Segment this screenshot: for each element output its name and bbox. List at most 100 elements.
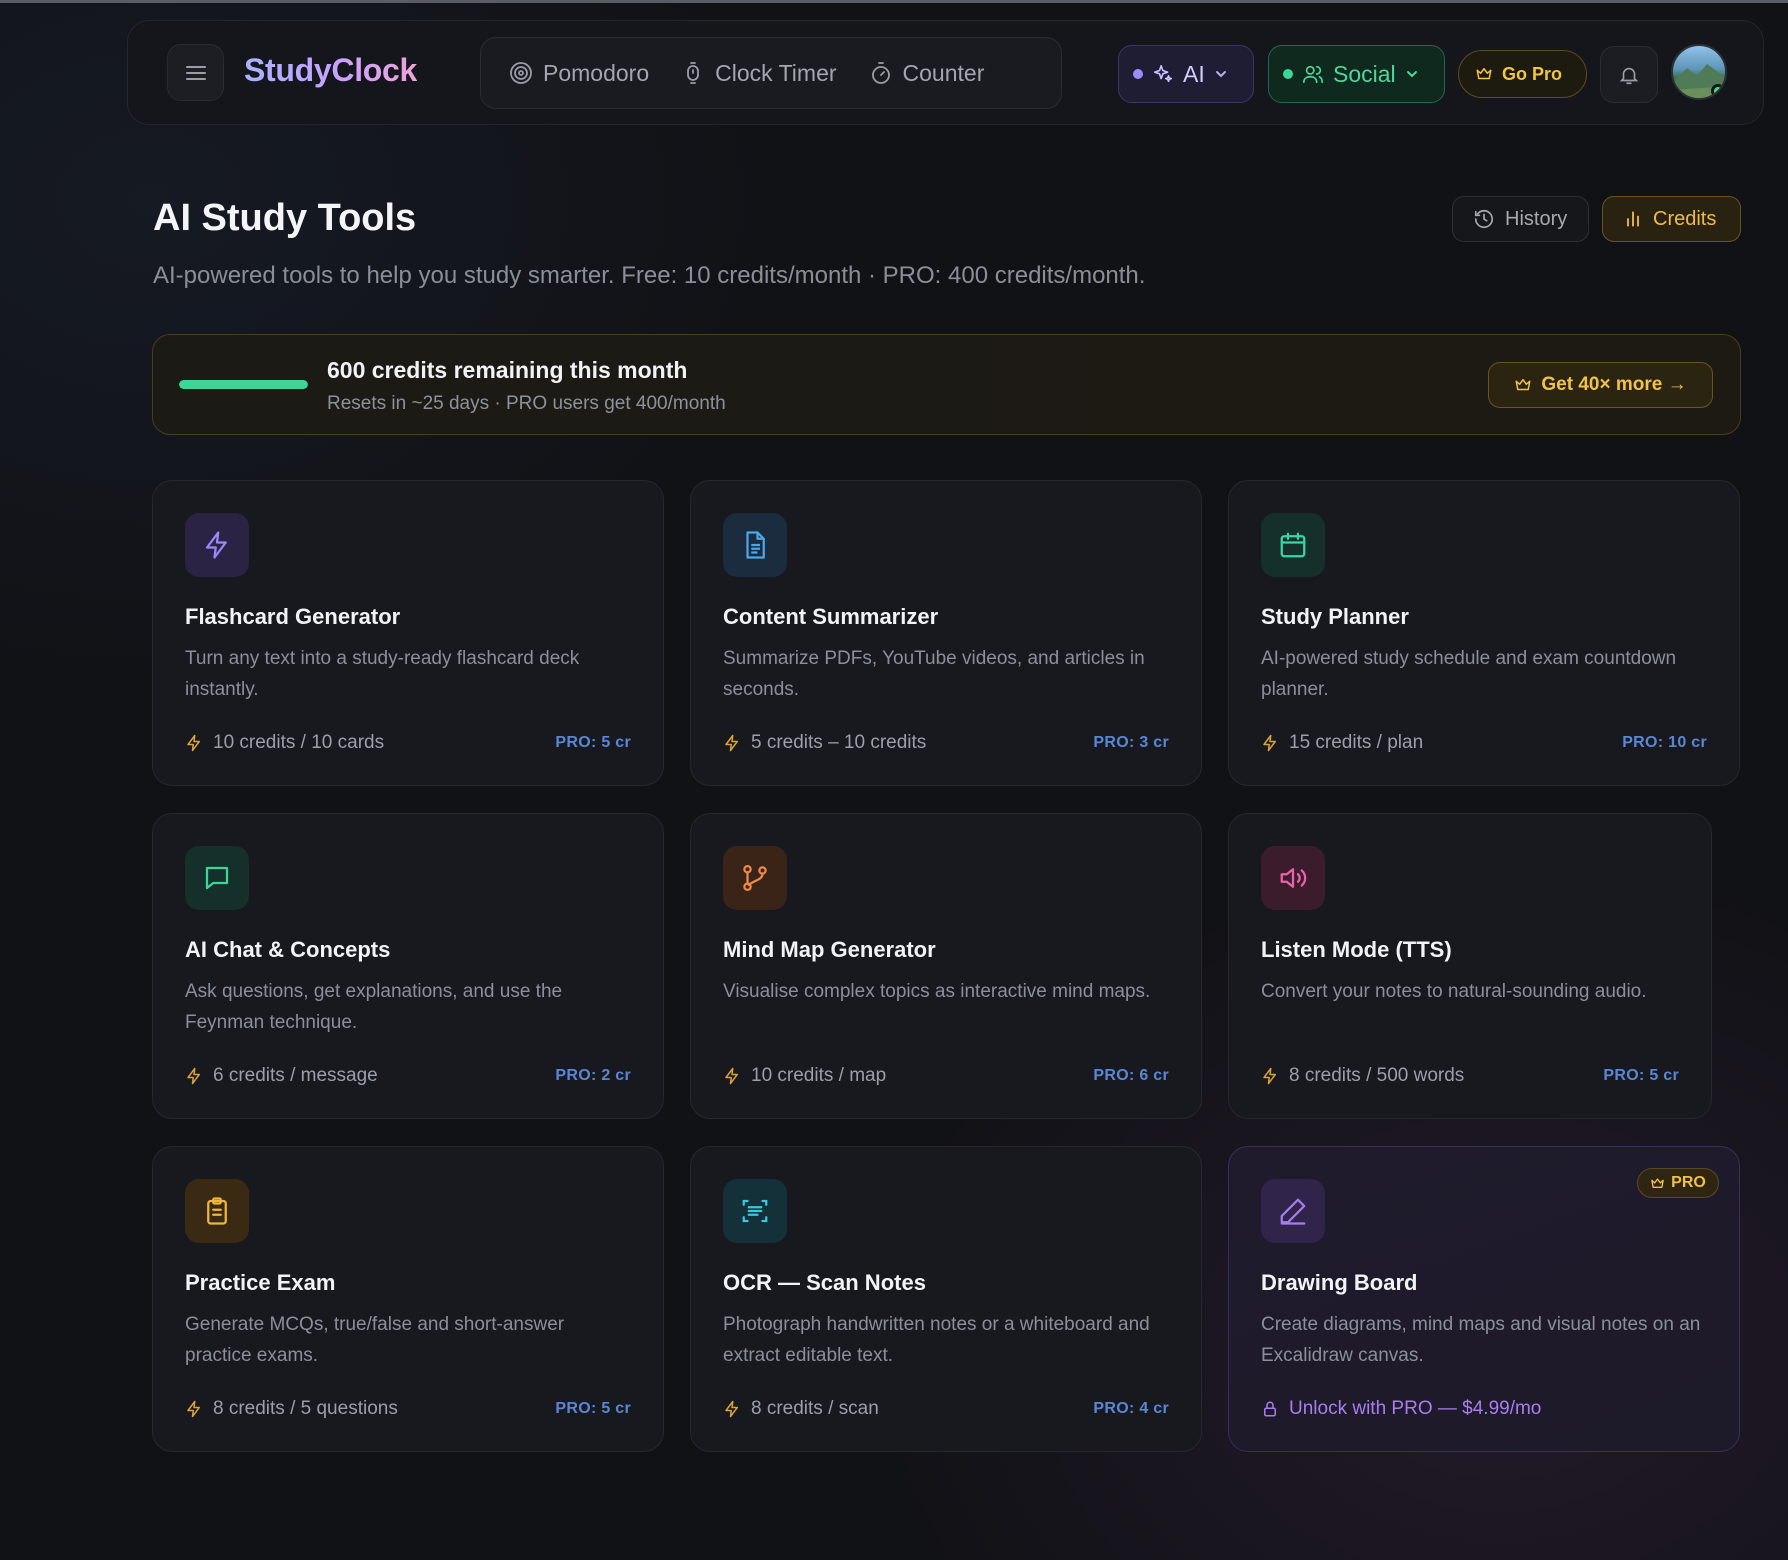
tool-card-ocr-scan[interactable]: OCR — Scan Notes Photograph handwritten … [690, 1146, 1202, 1452]
tool-description: Convert your notes to natural-sounding a… [1261, 981, 1647, 1002]
tool-title: Mind Map Generator [723, 937, 936, 962]
get-more-credits-button[interactable]: Get 40× more → [1488, 362, 1713, 408]
tool-icon-box [723, 513, 787, 577]
tool-pro-cost: PRO: 5 cr [555, 1400, 631, 1417]
tool-cost-text: 15 credits / plan [1289, 732, 1424, 753]
timer-mode-switcher: Pomodoro Clock Timer Counter [480, 37, 1062, 109]
tool-card-mind-map-generator[interactable]: Mind Map Generator Visualise complex top… [690, 813, 1202, 1119]
document-icon [746, 531, 765, 559]
lightning-icon [725, 1400, 738, 1418]
tool-cost: 10 credits / 10 cards [185, 732, 384, 754]
mode-pomodoro[interactable]: Pomodoro [509, 60, 649, 87]
tool-title: Drawing Board [1261, 1270, 1418, 1295]
tool-description: Visualise complex topics as interactive … [723, 981, 1151, 1002]
tool-description: Turn any text into a study-ready flashca… [185, 648, 580, 700]
lock-icon [1264, 1401, 1276, 1417]
brand-logo[interactable]: StudyClock [244, 52, 417, 89]
tool-card-practice-exam[interactable]: Practice Exam Generate MCQs, true/false … [152, 1146, 664, 1452]
tool-cost: 6 credits / message [185, 1065, 378, 1087]
tool-pro-cost: PRO: 5 cr [555, 734, 631, 751]
tool-cost: 15 credits / plan [1261, 732, 1423, 754]
tool-description: Photograph handwritten notes or a whiteb… [723, 1314, 1150, 1366]
tool-card-content-summarizer[interactable]: Content Summarizer Summarize PDFs, YouTu… [690, 480, 1202, 786]
tool-card-ai-chat[interactable]: AI Chat & Concepts Ask questions, get ex… [152, 813, 664, 1119]
tool-icon-box [185, 1179, 249, 1243]
pro-badge-label: PRO [1671, 1174, 1706, 1191]
sparkles-icon [1153, 64, 1173, 83]
mode-clock-timer[interactable]: Clock Timer [681, 59, 837, 87]
tool-icon-box [1261, 513, 1325, 577]
social-menu-label: Social [1333, 60, 1396, 87]
tool-cost: 8 credits / scan [723, 1398, 879, 1420]
tool-card-listen-mode[interactable]: Listen Mode (TTS) Convert your notes to … [1228, 813, 1712, 1119]
page-subtitle: AI-powered tools to help you study smart… [153, 262, 1146, 289]
tool-card-flashcard-generator[interactable]: Flashcard Generator Turn any text into a… [152, 480, 664, 786]
mode-label: Clock Timer [715, 59, 837, 86]
go-pro-button[interactable]: Go Pro [1458, 50, 1587, 98]
tool-cost-text: 10 credits / 10 cards [213, 732, 385, 753]
credits-button[interactable]: Credits [1602, 196, 1741, 242]
tool-pro-cost: PRO: 2 cr [555, 1067, 631, 1084]
lightning-icon [187, 734, 200, 752]
user-avatar[interactable] [1671, 44, 1727, 100]
hamburger-icon [185, 65, 206, 80]
target-icon [510, 62, 532, 84]
tool-title: Study Planner [1261, 604, 1409, 629]
tool-pro-cost: PRO: 10 cr [1622, 734, 1707, 751]
hourglass-icon [687, 62, 700, 84]
tool-pro-cost: PRO: 6 cr [1093, 1067, 1169, 1084]
tool-title: Content Summarizer [723, 604, 939, 629]
tool-cost-text: 5 credits – 10 credits [751, 732, 927, 753]
tool-card-drawing-board[interactable]: PRO Drawing Board Create diagrams, mind … [1228, 1146, 1740, 1452]
tool-pro-cost: PRO: 5 cr [1603, 1067, 1679, 1084]
chevron-down-icon [1406, 71, 1417, 78]
tool-cost-text: 8 credits / 500 words [1289, 1065, 1465, 1086]
tool-pro-cost: PRO: 4 cr [1093, 1400, 1169, 1417]
crown-icon [1651, 1177, 1664, 1188]
history-icon [1474, 209, 1494, 229]
tool-description: Ask questions, get explanations, and use… [185, 981, 563, 1033]
lightning-icon [725, 734, 738, 752]
tool-description: Create diagrams, mind maps and visual no… [1261, 1314, 1701, 1366]
mode-counter[interactable]: Counter [869, 59, 985, 87]
credits-banner: 600 credits remaining this month Resets … [152, 334, 1741, 435]
tool-title: Listen Mode (TTS) [1261, 937, 1452, 962]
git-branch-icon [743, 865, 767, 891]
window-top-edge [0, 0, 1788, 3]
tool-cost: 8 credits / 5 questions [185, 1398, 398, 1420]
speaker-icon [1280, 868, 1307, 888]
tool-card-study-planner[interactable]: Study Planner AI-powered study schedule … [1228, 480, 1740, 786]
tool-title: Flashcard Generator [185, 604, 401, 629]
ai-menu-dropdown[interactable]: AI [1118, 45, 1254, 103]
credits-progress-bar [179, 380, 308, 389]
go-pro-label: Go Pro [1502, 63, 1563, 84]
tool-description: Summarize PDFs, YouTube videos, and arti… [723, 648, 1145, 700]
mode-label: Counter [902, 59, 985, 86]
calendar-icon [1280, 532, 1306, 558]
get-more-label: Get 40× more → [1541, 374, 1687, 395]
lightning-icon [187, 1067, 200, 1085]
history-label: History [1505, 207, 1568, 230]
tool-pro-cost: PRO: 3 cr [1093, 734, 1169, 751]
chat-icon [205, 866, 229, 890]
tool-title: OCR — Scan Notes [723, 1270, 926, 1295]
menu-button[interactable] [167, 44, 224, 101]
social-menu-dropdown[interactable]: Social [1268, 45, 1445, 103]
tool-description: AI-powered study schedule and exam count… [1261, 648, 1677, 700]
notifications-button[interactable] [1600, 46, 1658, 103]
tool-cost-text: 10 credits / map [751, 1065, 887, 1086]
unlock-pro-link[interactable]: Unlock with PRO — $4.99/mo [1261, 1398, 1541, 1420]
crown-icon [1476, 68, 1492, 80]
history-button[interactable]: History [1452, 196, 1589, 242]
pen-icon [1280, 1198, 1306, 1225]
online-indicator [1711, 84, 1725, 98]
tool-cost: 8 credits / 500 words [1261, 1065, 1464, 1087]
users-icon [1303, 65, 1323, 84]
tool-icon-box [185, 513, 249, 577]
lightning-icon [205, 531, 227, 559]
lightning-icon [1263, 1067, 1276, 1085]
mode-label: Pomodoro [543, 59, 650, 86]
lightning-icon [1263, 734, 1276, 752]
unlock-pro-text: Unlock with PRO — $4.99/mo [1289, 1398, 1542, 1419]
tool-icon-box [1261, 1179, 1325, 1243]
